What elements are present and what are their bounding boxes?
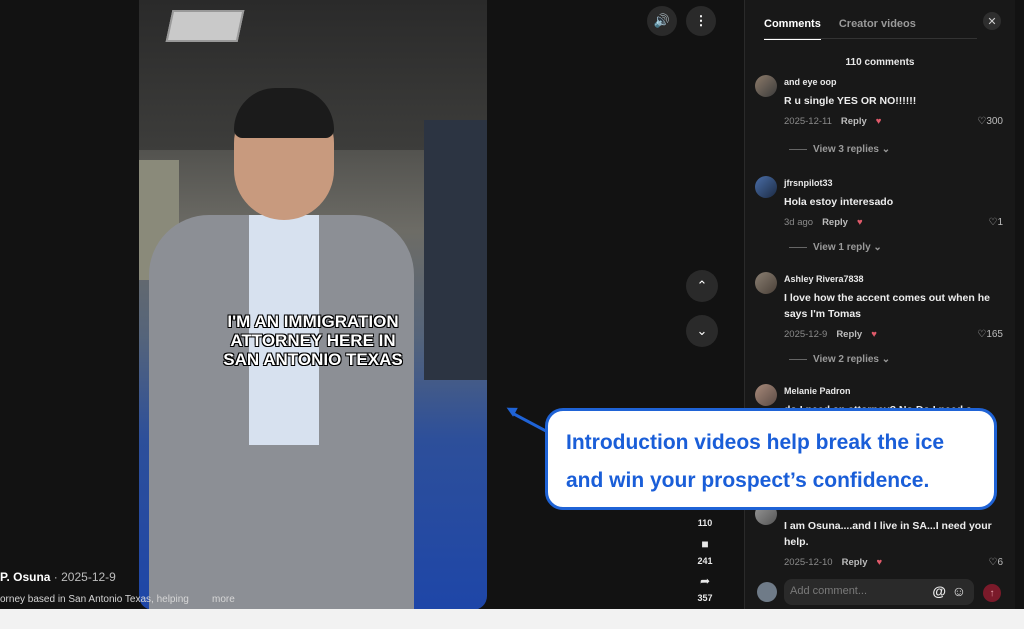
reply-button[interactable]: Reply xyxy=(836,329,862,340)
comment-meta: 2025-12-9 Reply ♥ xyxy=(784,329,877,340)
video-caption-line: ATTORNEY HERE IN xyxy=(230,331,396,350)
chevron-up-icon: ⌃ xyxy=(696,278,708,293)
app-stage: I'M AN IMMIGRATION ATTORNEY HERE IN SAN … xyxy=(0,0,1024,629)
comment-text: I love how the accent comes out when he … xyxy=(784,292,990,320)
arrow-up-icon: ↑ xyxy=(989,587,995,599)
comment-item: and eye oop R u single YES OR NO!!!!!! 2… xyxy=(755,75,1003,165)
comment-meta: 2025-12-10 Reply ♥ xyxy=(784,557,882,568)
video-player[interactable]: I'M AN IMMIGRATION ATTORNEY HERE IN SAN … xyxy=(139,0,487,610)
video-caption-line: I'M AN IMMIGRATION xyxy=(227,312,399,331)
creator-liked-icon: ♥ xyxy=(856,217,863,228)
comment-input-placeholder: Add comment... xyxy=(790,585,868,597)
avatar[interactable] xyxy=(755,384,777,406)
bookmark-icon[interactable]: ■ xyxy=(693,537,717,551)
comment-text: Hola estoy interesado xyxy=(784,196,894,208)
chevron-down-icon: ⌄ xyxy=(881,354,891,365)
comment-text: R u single YES OR NO!!!!!! xyxy=(784,95,917,107)
volume-button[interactable]: 🔊 xyxy=(647,6,677,36)
comment-item: Ashley Rivera7838 I love how the accent … xyxy=(755,272,1003,372)
comments-total: 110 comments xyxy=(845,57,915,68)
video-caption: I'M AN IMMIGRATION ATTORNEY HERE IN SAN … xyxy=(139,312,487,369)
comment-meta: 3d ago Reply ♥ xyxy=(784,217,863,228)
author-info: P. Osuna · 2025-12-9 xyxy=(0,570,116,584)
video-description: orney based in San Antonio Texas, helpin… xyxy=(0,594,189,605)
mention-icon[interactable]: @ xyxy=(932,583,946,599)
current-user-avatar xyxy=(757,582,777,602)
view-replies-button[interactable]: View 2 replies ⌄ xyxy=(789,354,890,365)
comment-meta: 2025-12-11 Reply ♥ xyxy=(784,116,881,127)
comment-username[interactable]: Ashley Rivera7838 xyxy=(784,274,864,284)
tab-comments[interactable]: Comments xyxy=(764,18,821,40)
comment-username[interactable]: jfrsnpilot33 xyxy=(784,178,833,188)
creator-liked-icon: ♥ xyxy=(871,329,877,340)
comment-date: 2025-12-9 xyxy=(784,329,828,340)
comment-item: I am Osuna....and I live in SA...I need … xyxy=(755,503,1003,573)
comment-username[interactable]: Melanie Padron xyxy=(784,386,851,396)
next-video-button[interactable]: ⌄ xyxy=(686,315,718,347)
author-name[interactable]: P. Osuna xyxy=(0,570,50,584)
close-icon: ✕ xyxy=(987,15,997,28)
comment-text: I am Osuna....and I live in SA...I need … xyxy=(784,520,992,548)
creator-liked-icon: ♥ xyxy=(875,116,882,127)
avatar[interactable] xyxy=(755,272,777,294)
send-button[interactable]: ↑ xyxy=(983,584,1001,602)
like-count[interactable]: ♡1 xyxy=(988,217,1003,228)
comment-date: 2025-12-10 xyxy=(784,557,833,568)
like-count[interactable]: ♡300 xyxy=(977,116,1003,127)
more-vertical-icon: ⋮ xyxy=(694,13,708,28)
comment-username[interactable]: and eye oop xyxy=(784,77,837,87)
callout-line: Introduction videos help break the ice xyxy=(566,431,945,454)
like-count[interactable]: ♡165 xyxy=(977,329,1003,340)
bookmarks-count: 241 xyxy=(697,556,713,566)
reply-button[interactable]: Reply xyxy=(842,557,868,568)
chevron-down-icon: ⌄ xyxy=(873,242,882,253)
shares-count: 357 xyxy=(697,593,713,603)
more-options-button[interactable]: ⋮ xyxy=(686,6,716,36)
more-link[interactable]: more xyxy=(212,594,235,605)
comment-input[interactable]: Add comment... @ ☺ xyxy=(784,579,974,605)
previous-video-button[interactable]: ⌃ xyxy=(686,270,718,302)
callout-box: Introduction videos help break the ice a… xyxy=(545,408,997,510)
panel-tabs: Comments Creator videos xyxy=(764,18,916,40)
comments-panel: Comments Creator videos ✕ 110 comments a… xyxy=(744,0,1015,629)
emoji-icon[interactable]: ☺ xyxy=(952,583,966,599)
video-caption-line: SAN ANTONIO TEXAS xyxy=(223,350,403,369)
chevron-down-icon: ⌄ xyxy=(696,323,708,338)
close-button[interactable]: ✕ xyxy=(983,12,1001,30)
tabs-divider xyxy=(764,38,977,39)
share-icon[interactable]: ➦ xyxy=(693,574,717,588)
video-scene-vent xyxy=(165,10,245,42)
view-replies-button[interactable]: View 3 replies ⌄ xyxy=(789,144,890,155)
comment-date: 3d ago xyxy=(784,217,814,228)
comments-count: 110 xyxy=(697,518,713,528)
chevron-down-icon: ⌄ xyxy=(881,144,891,155)
avatar[interactable] xyxy=(755,75,777,97)
post-date: · 2025-12-9 xyxy=(50,570,116,584)
view-replies-button[interactable]: View 1 reply ⌄ xyxy=(789,242,882,253)
callout-text: Introduction videos help break the ice a… xyxy=(566,424,944,500)
comment-item: jfrsnpilot33 Hola estoy interesado 3d ag… xyxy=(755,176,1003,256)
avatar[interactable] xyxy=(755,176,777,198)
like-count[interactable]: ♡6 xyxy=(988,557,1003,568)
tab-creator-videos[interactable]: Creator videos xyxy=(839,18,916,40)
reply-button[interactable]: Reply xyxy=(841,116,867,127)
heart-icon: ♡ xyxy=(977,329,987,340)
heart-icon: ♡ xyxy=(977,116,987,127)
creator-liked-icon: ♥ xyxy=(876,557,883,568)
comment-date: 2025-12-11 xyxy=(784,116,832,127)
bottom-bar xyxy=(0,609,1024,629)
callout-line: and win your prospect’s confidence. xyxy=(566,469,930,492)
reply-button[interactable]: Reply xyxy=(822,217,848,228)
volume-icon: 🔊 xyxy=(653,13,671,28)
